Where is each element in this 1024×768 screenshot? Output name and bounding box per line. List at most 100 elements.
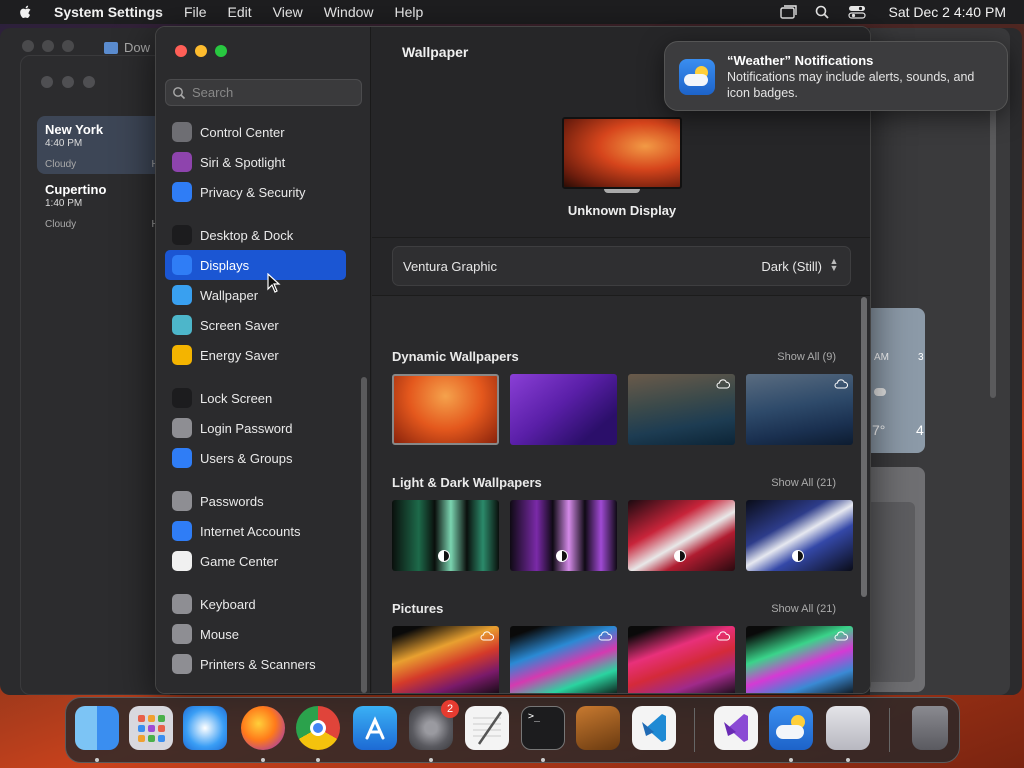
show-all-light-dark-button[interactable]: Show All (21) (771, 477, 836, 489)
city-card-cupertino[interactable]: Cupertino 1:40 PM Cloudy H:6 (37, 176, 171, 234)
firefox-icon[interactable] (241, 706, 285, 750)
sidebar-item-wallpaper[interactable]: Wallpaper (165, 280, 346, 310)
gallery-scrollbar[interactable] (861, 297, 867, 597)
terminal-icon[interactable]: >_ (521, 706, 565, 750)
sidebar-item-login-password[interactable]: Login Password (165, 413, 346, 443)
textedit-icon[interactable] (465, 706, 509, 750)
city-time: 4:40 PM (45, 138, 83, 149)
sidebar-item-label: Siri & Spotlight (200, 154, 286, 170)
weather-window: New York 4:40 PM Cloudy H:5 Cupertino 1:… (20, 55, 171, 695)
wallpaper-thumb[interactable] (510, 500, 617, 571)
wallpaper-thumb[interactable] (392, 500, 499, 571)
sidebar-scrollbar[interactable] (361, 377, 367, 693)
weather-icon[interactable] (769, 706, 813, 750)
wallpaper-thumb[interactable] (392, 626, 499, 693)
minimize-window-button[interactable] (195, 45, 207, 57)
wallpaper-icon (172, 285, 192, 305)
wallpaper-thumb[interactable] (628, 626, 735, 693)
popup-chevron-icon: ▲ ▼ (829, 256, 839, 273)
window-traffic-lights (175, 45, 227, 57)
sidebar-item-siri-spotlight[interactable]: Siri & Spotlight (165, 147, 346, 177)
app-menu[interactable]: System Settings (54, 4, 163, 20)
show-all-pictures-button[interactable]: Show All (21) (771, 603, 836, 615)
finder-icon[interactable] (75, 706, 119, 750)
section-title-pictures: Pictures (392, 601, 444, 616)
wallpaper-thumb[interactable] (746, 500, 853, 571)
wallpaper-thumb[interactable] (510, 626, 617, 693)
apple-menu-icon[interactable] (18, 4, 36, 20)
dock-separator (694, 708, 695, 752)
lock-icon (172, 388, 192, 408)
city-card-new-york[interactable]: New York 4:40 PM Cloudy H:5 (37, 116, 171, 174)
zoom-window-button[interactable] (215, 45, 227, 57)
sidebar-item-label: Desktop & Dock (200, 227, 294, 243)
show-all-dynamic-button[interactable]: Show All (9) (777, 351, 836, 363)
password-lock-icon (172, 418, 192, 438)
app-store-icon[interactable] (353, 706, 397, 750)
close-window-button[interactable] (175, 45, 187, 57)
menu-help[interactable]: Help (395, 4, 424, 20)
sidebar-item-internet-accounts[interactable]: Internet Accounts (165, 516, 346, 546)
installer-icon[interactable] (826, 706, 870, 750)
control-center-toggle-icon[interactable] (848, 5, 867, 19)
system-settings-icon[interactable]: 2 (409, 700, 459, 750)
sidebar-item-control-center[interactable]: Control Center (165, 117, 346, 147)
dock: 2 >_ (65, 697, 960, 763)
notification-banner[interactable]: “Weather” Notifications Notifications ma… (664, 41, 1008, 111)
sidebar-item-energy-saver[interactable]: Energy Saver (165, 340, 346, 370)
search-input[interactable] (192, 85, 352, 100)
sidebar-item-label: Privacy & Security (200, 184, 306, 200)
sidebar-item-label: Printers & Scanners (200, 656, 316, 672)
menubar-clock[interactable]: Sat Dec 2 4:40 PM (888, 4, 1006, 20)
garageband-icon[interactable] (576, 706, 620, 750)
sidebar-item-users-groups[interactable]: Users & Groups (165, 443, 346, 473)
chrome-icon[interactable] (296, 706, 340, 750)
sidebar-item-label: Energy Saver (200, 347, 279, 363)
sidebar-item-passwords[interactable]: Passwords (165, 486, 346, 516)
menu-edit[interactable]: Edit (228, 4, 252, 20)
menu-view[interactable]: View (273, 4, 303, 20)
sidebar-item-game-center[interactable]: Game Center (165, 546, 346, 576)
background-scrollbar[interactable] (990, 108, 996, 398)
screen-mirroring-icon[interactable] (780, 5, 798, 19)
appearance-popup[interactable]: Dark (Still) ▲ ▼ (761, 256, 840, 274)
running-indicator (846, 758, 850, 762)
wallpaper-thumb[interactable] (392, 374, 499, 445)
sidebar-item-screen-saver[interactable]: Screen Saver (165, 310, 346, 340)
wallpaper-thumb[interactable] (746, 626, 853, 693)
sidebar-search[interactable] (165, 79, 362, 106)
safari-icon[interactable] (183, 706, 227, 750)
background-window-title[interactable]: Dow (104, 40, 150, 55)
sidebar-item-lock-screen[interactable]: Lock Screen (165, 383, 346, 413)
mouse-icon (172, 624, 192, 644)
settings-sidebar: Control Center Siri & Spotlight Privacy & … (156, 27, 371, 693)
sidebar-item-desktop-dock[interactable]: Desktop & Dock (165, 220, 346, 250)
download-cloud-icon (480, 631, 494, 641)
sidebar-item-mouse[interactable]: Mouse (165, 619, 346, 649)
trash-icon[interactable] (912, 706, 948, 750)
wallpaper-thumb[interactable] (628, 374, 735, 445)
visual-studio-icon[interactable] (714, 706, 758, 750)
game-center-icon (172, 551, 192, 571)
notification-badge: 2 (441, 700, 459, 718)
users-icon (172, 448, 192, 468)
vscode-icon[interactable] (632, 706, 676, 750)
wallpaper-thumb[interactable] (510, 374, 617, 445)
sidebar-item-displays[interactable]: Displays (165, 250, 346, 280)
wallpaper-thumb[interactable] (628, 500, 735, 571)
sidebar-item-keyboard[interactable]: Keyboard (165, 589, 346, 619)
wallpaper-thumb[interactable] (746, 374, 853, 445)
spotlight-search-icon[interactable] (814, 5, 832, 19)
sidebar-item-privacy-security[interactable]: Privacy & Security (165, 177, 346, 207)
search-icon (173, 86, 186, 99)
sidebar-item-label: Screen Saver (200, 317, 279, 333)
at-icon (172, 521, 192, 541)
wallpaper-pane: Wallpaper Unknown Display Ventura Graphi… (372, 27, 870, 693)
bulb-icon (172, 345, 192, 365)
menu-window[interactable]: Window (324, 4, 374, 20)
weather-traffic-lights (41, 76, 95, 88)
menu-file[interactable]: File (184, 4, 207, 20)
sidebar-item-printers-scanners[interactable]: Printers & Scanners (165, 649, 346, 679)
launchpad-icon[interactable] (129, 706, 173, 750)
weather-card (870, 467, 925, 692)
